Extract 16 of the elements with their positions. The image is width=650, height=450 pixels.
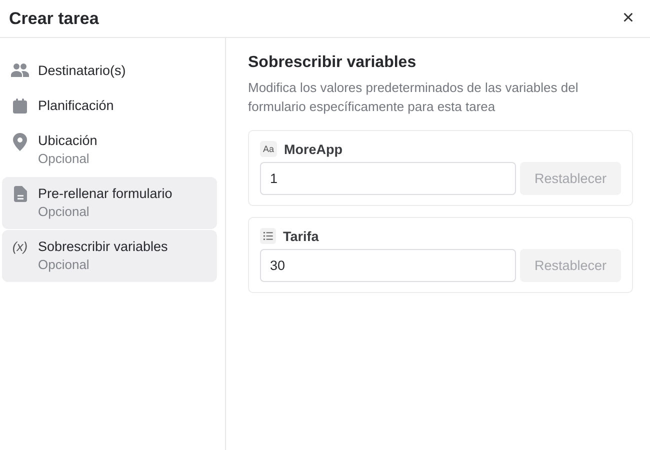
sidebar-item[interactable]: (x) Sobrescribir variables Opcional: [2, 230, 217, 282]
section-title: Sobrescribir variables: [248, 54, 418, 72]
text-type-icon: Aa: [260, 141, 278, 157]
variable-icon: (x): [12, 239, 28, 254]
variable-name: MoreApp: [284, 142, 343, 156]
sidebar-item[interactable]: Pre-rellenar formulario Opcional: [2, 177, 217, 229]
value-field[interactable]: 30: [260, 249, 516, 282]
people-icon: [11, 63, 29, 77]
location-pin-icon: [13, 133, 27, 151]
variable-name: Tarifa: [283, 228, 319, 244]
dialog-title: Crear tarea: [9, 8, 99, 28]
close-button[interactable]: ×: [620, 7, 636, 30]
document-icon: [14, 186, 26, 202]
value-field[interactable]: 1: [260, 162, 516, 195]
calendar-icon: [12, 98, 28, 114]
section-description: Modifica los valores predeterminados de las variables del formulario específicamente para esta tarea: [248, 79, 580, 116]
